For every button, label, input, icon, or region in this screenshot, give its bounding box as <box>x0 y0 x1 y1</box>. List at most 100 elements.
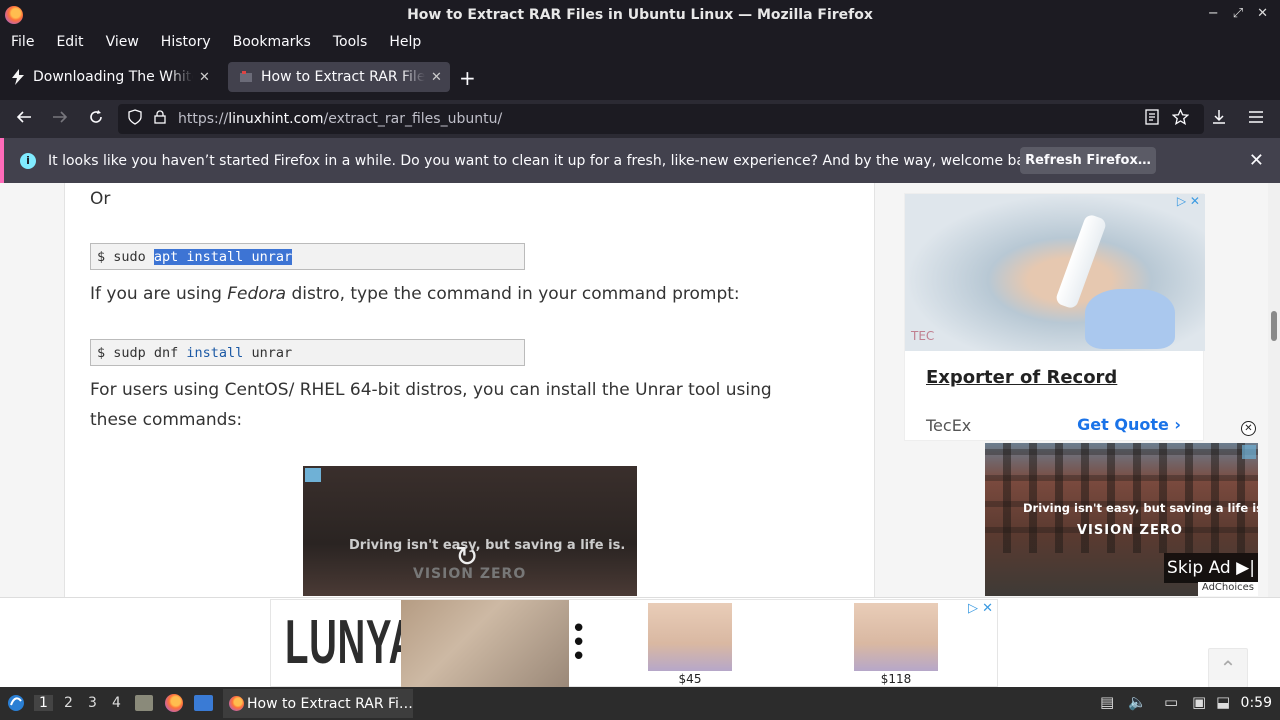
refresh-firefox-button[interactable]: Refresh Firefox… <box>1020 147 1156 174</box>
ad-image: TEC <box>905 194 1205 351</box>
volume-icon[interactable]: 🔈 <box>1128 693 1147 711</box>
lightning-icon <box>10 69 26 85</box>
scrollbar-thumb[interactable] <box>1271 311 1277 341</box>
info-icon: i <box>20 152 36 169</box>
clipboard-icon[interactable]: ▤ <box>1100 693 1114 711</box>
reader-view-icon[interactable] <box>1145 109 1159 129</box>
ad-logo-text: TEC <box>911 329 935 343</box>
skip-label: Skip Ad <box>1167 558 1231 578</box>
close-notification-icon[interactable]: ✕ <box>1249 150 1264 171</box>
tab-bar: Downloading The White House ✕ How to Ext… <box>0 54 1280 100</box>
file-manager-icon[interactable] <box>135 695 153 711</box>
menu-bookmarks[interactable]: Bookmarks <box>222 34 322 50</box>
menu-history[interactable]: History <box>150 34 222 50</box>
workspace-3[interactable]: 3 <box>88 695 97 711</box>
float-ad-text: Driving isn't easy, but saving a life is… <box>1023 501 1258 515</box>
ad-title[interactable]: Exporter of Record <box>926 367 1117 388</box>
firefox-launcher-icon[interactable] <box>165 694 183 712</box>
updates-icon[interactable]: ⬓ <box>1216 693 1230 711</box>
taskbar-firefox-window[interactable]: How to Extract RAR Fi… <box>223 689 413 718</box>
code-keyword: install <box>186 344 244 361</box>
brand-logo: LUNYA <box>285 608 417 677</box>
url-text: https://linuxhint.com/extract_rar_files_… <box>178 111 502 127</box>
back-icon[interactable] <box>16 109 32 129</box>
window-controls: − ⤢ ✕ <box>1208 6 1268 21</box>
workspace-2[interactable]: 2 <box>64 695 73 711</box>
ad-badge-icon <box>1242 445 1256 459</box>
float-ad-brand: VISION ZERO <box>1077 523 1183 538</box>
close-tab-icon[interactable]: ✕ <box>199 70 210 85</box>
close-window-icon[interactable]: ✕ <box>1257 6 1268 21</box>
adchoices-close-icon[interactable]: ▷ ✕ <box>1177 194 1200 208</box>
app-menu-icon[interactable] <box>1248 109 1264 128</box>
bottom-ad-area: LUNYA • • • $45 $118 ▷ ✕ ⌃ <box>0 597 1280 688</box>
close-tab-icon[interactable]: ✕ <box>431 70 442 85</box>
code-prompt: $ sudp dnf <box>97 344 187 361</box>
bookmark-star-icon[interactable] <box>1171 108 1190 129</box>
adchoices-close-icon[interactable]: ▷ ✕ <box>968 601 993 616</box>
workspace-1[interactable]: 1 <box>34 695 53 711</box>
ad-brand: TecEx <box>926 416 972 435</box>
get-quote-button[interactable]: Get Quote › <box>1077 415 1181 434</box>
product-image[interactable] <box>854 603 938 671</box>
fedora-text-pre: If you are using <box>90 284 228 304</box>
menu-edit[interactable]: Edit <box>45 34 94 50</box>
product-image[interactable] <box>648 603 732 671</box>
reload-icon[interactable] <box>88 109 104 129</box>
menu-file[interactable]: File <box>0 34 45 50</box>
glove-shape <box>1085 289 1175 349</box>
url-path: /extract_rar_files_ubuntu/ <box>323 111 503 127</box>
centos-paragraph-line2: these commands: <box>90 410 243 430</box>
tab-downloading[interactable]: Downloading The White House ✕ <box>0 62 224 92</box>
skip-ad-button[interactable]: Skip Ad ▶| <box>1164 553 1258 583</box>
code-block-dnf[interactable]: $ sudp dnf install unrar <box>90 339 525 366</box>
close-float-ad-icon[interactable]: ✕ <box>1241 421 1256 436</box>
fedora-paragraph: If you are using Fedora distro, type the… <box>90 279 740 309</box>
ad-photo <box>401 600 569 688</box>
code-selected-text: apt install unrar <box>153 248 293 265</box>
menu-view[interactable]: View <box>95 34 150 50</box>
start-menu-icon[interactable] <box>6 693 26 717</box>
menu-bar: File Edit View History Bookmarks Tools H… <box>0 29 1280 54</box>
taskbar: 1 2 3 4 How to Extract RAR Fi… ▤ 🔈 ▭ ▣ ⬓… <box>0 687 1280 720</box>
product-price: $118 <box>880 672 912 686</box>
adchoices-label[interactable]: AdChoices <box>1197 582 1258 596</box>
new-tab-button[interactable]: + <box>459 66 476 90</box>
ad-badge-icon <box>305 468 321 482</box>
tab-label: How to Extract RAR Files in Ubuntu <box>261 69 425 85</box>
fedora-emphasis: Fedora <box>227 284 287 304</box>
taskbar-window-label: How to Extract RAR Fi… <box>247 695 413 712</box>
url-bar[interactable]: https://linuxhint.com/extract_rar_files_… <box>118 104 1204 134</box>
navigation-bar: https://linuxhint.com/extract_rar_files_… <box>0 100 1280 138</box>
bottom-banner-ad[interactable]: LUNYA • • • $45 $118 ▷ ✕ <box>270 599 998 688</box>
code-block-apt[interactable]: $ sudo apt install unrar <box>90 243 525 270</box>
url-host: linuxhint.com <box>228 111 324 127</box>
terminal-icon[interactable] <box>194 695 213 711</box>
forward-icon[interactable] <box>52 109 68 129</box>
or-text: Or <box>90 189 111 209</box>
shield-icon[interactable] <box>128 109 142 129</box>
lock-icon[interactable] <box>154 110 166 128</box>
display-icon[interactable]: ▣ <box>1192 693 1206 711</box>
scroll-to-top-button[interactable]: ⌃ <box>1208 648 1248 688</box>
inline-video-ad[interactable]: Driving isn't easy, but saving a life is… <box>303 466 637 596</box>
centos-paragraph-line1: For users using CentOS/ RHEL 64-bit dist… <box>90 380 772 400</box>
menu-tools[interactable]: Tools <box>322 34 379 50</box>
maximize-icon[interactable]: ⤢ <box>1233 6 1243 21</box>
firefox-logo-icon <box>5 6 23 24</box>
more-options-icon[interactable]: • • • <box>571 616 586 670</box>
sidebar-ad[interactable]: TEC ▷ ✕ Exporter of Record TecEx Get Quo… <box>904 193 1205 441</box>
url-prefix: https:// <box>178 111 229 127</box>
floating-video-ad[interactable]: Driving isn't easy, but saving a life is… <box>985 443 1258 596</box>
fedora-text-post: distro, type the command in your command… <box>286 284 740 304</box>
tab-extract-rar[interactable]: How to Extract RAR Files in Ubuntu ✕ <box>228 62 450 92</box>
downloads-icon[interactable] <box>1211 109 1227 129</box>
clock: 0:59 <box>1240 695 1272 711</box>
notes-icon[interactable]: ▭ <box>1164 693 1178 711</box>
menu-help[interactable]: Help <box>378 34 432 50</box>
video-ad-text: Driving isn't easy, but saving a life is… <box>349 538 626 553</box>
minimize-icon[interactable]: − <box>1208 6 1219 21</box>
code-rest: unrar <box>243 344 293 361</box>
workspace-4[interactable]: 4 <box>112 695 121 711</box>
replay-icon[interactable]: ↻ <box>455 540 478 573</box>
